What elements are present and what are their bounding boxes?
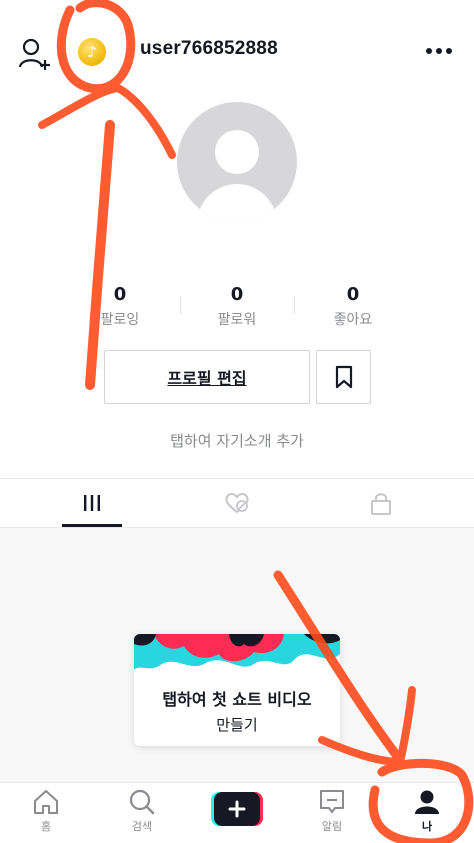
- add-friend-icon[interactable]: [18, 38, 52, 70]
- bio-placeholder[interactable]: 탭하여 자기소개 추가: [0, 430, 474, 451]
- profile-icon: [415, 790, 439, 814]
- nav-home-label: 홈: [40, 820, 52, 833]
- avatar[interactable]: [177, 102, 297, 222]
- plus-icon: [211, 792, 263, 826]
- more-options-icon[interactable]: [426, 46, 452, 56]
- following-label: 팔로잉: [100, 312, 140, 328]
- nav-search-label: 검색: [131, 820, 153, 833]
- create-button[interactable]: [211, 792, 263, 826]
- stat-divider: [294, 296, 295, 314]
- lock-icon: [371, 493, 391, 515]
- stat-divider: [180, 296, 181, 314]
- home-icon: [34, 790, 58, 814]
- likes-label: 좋아요: [333, 312, 373, 328]
- profile-header: ♪ user766852888: [0, 0, 474, 100]
- tab-private[interactable]: [322, 480, 440, 526]
- grid-icon: [84, 495, 100, 511]
- nav-me-label: 나: [421, 820, 433, 833]
- create-first-video-card[interactable]: 탭하여 첫 쇼트 비디오 만들기: [134, 634, 340, 746]
- following-count: 0: [113, 284, 127, 305]
- tab-videos[interactable]: [33, 480, 151, 526]
- card-title: 탭하여 첫 쇼트 비디오: [162, 690, 312, 709]
- inbox-icon: [320, 790, 344, 813]
- stat-likes[interactable]: 0 좋아요: [298, 284, 408, 329]
- followers-count: 0: [230, 284, 244, 305]
- followers-label: 팔로워: [217, 312, 257, 328]
- nav-search[interactable]: 검색: [102, 789, 182, 841]
- card-subtitle: 만들기: [216, 716, 258, 734]
- tab-liked[interactable]: [178, 480, 296, 526]
- nav-home[interactable]: 홈: [6, 789, 86, 841]
- likes-count: 0: [346, 284, 360, 305]
- search-icon: [129, 789, 155, 815]
- nav-inbox[interactable]: 알림: [292, 789, 372, 841]
- username[interactable]: user766852888: [140, 38, 278, 60]
- profile-stats: 0 팔로잉 0 팔로워 0 좋아요: [0, 284, 474, 334]
- stat-following[interactable]: 0 팔로잉: [65, 284, 175, 329]
- edit-profile-button[interactable]: 프로필 편집: [104, 350, 310, 404]
- divider: [0, 478, 474, 479]
- hidden-heart-icon: [225, 493, 249, 514]
- bookmark-button[interactable]: [316, 350, 371, 404]
- coin-icon[interactable]: ♪: [78, 38, 106, 66]
- decorative-paint-art: [134, 634, 340, 678]
- bookmark-icon: [335, 365, 352, 389]
- nav-inbox-label: 알림: [321, 820, 343, 833]
- stat-followers[interactable]: 0 팔로워: [182, 284, 292, 329]
- nav-me[interactable]: 나: [387, 789, 467, 841]
